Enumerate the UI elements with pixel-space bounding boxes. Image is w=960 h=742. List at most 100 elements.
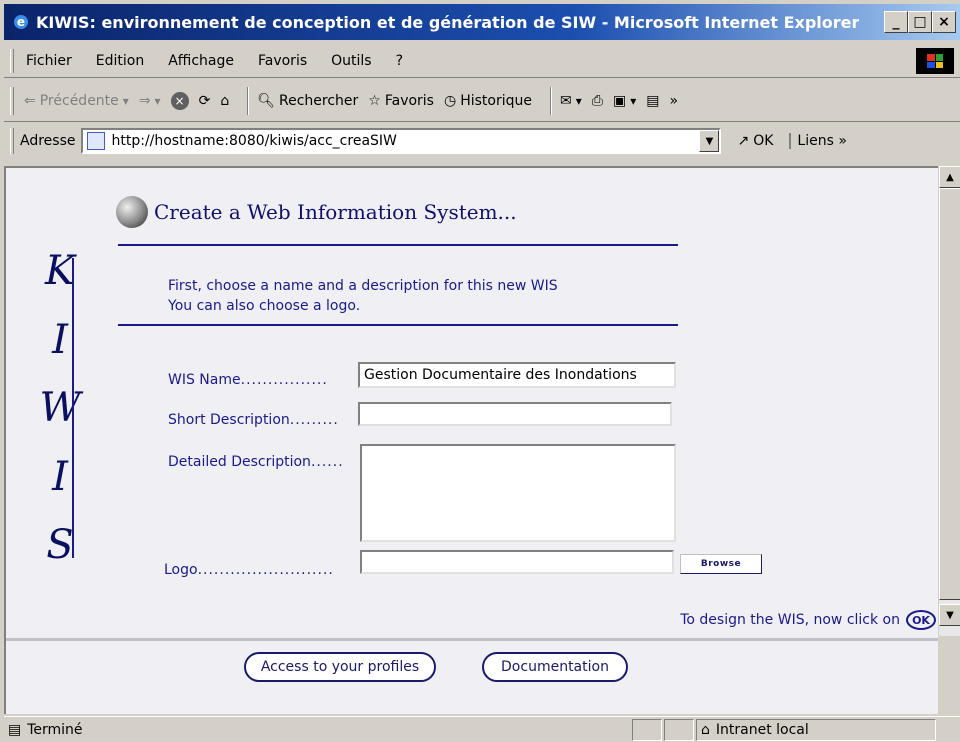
address-grip[interactable]: [10, 128, 14, 154]
scroll-down-button[interactable]: ▼: [939, 604, 960, 626]
mail-button[interactable]: ✉ ▾: [560, 93, 582, 109]
go-button[interactable]: ↗ OK: [737, 133, 773, 149]
back-label: Précédente: [39, 92, 119, 109]
detailed-description-textarea[interactable]: [360, 444, 676, 542]
detailed-description-label-text: Detailed Description: [168, 454, 311, 470]
forward-arrow-icon: ⇒: [138, 92, 151, 109]
go-arrow-icon: ↗: [737, 133, 750, 149]
kiwis-letter-k: K: [45, 248, 75, 294]
search-icon: 🔍︎: [257, 92, 275, 109]
toolbar-separator: [247, 86, 250, 115]
status-bar: ▤ Terminé ⌂ Intranet local: [4, 716, 960, 742]
links-button[interactable]: Liens »: [789, 133, 847, 149]
forward-button[interactable]: ⇒ ▾: [139, 93, 161, 109]
links-label: Liens: [797, 133, 834, 149]
status-zone-text: Intranet local: [715, 721, 809, 738]
links-more: »: [838, 133, 847, 149]
home-button[interactable]: ⌂: [220, 93, 229, 109]
title-bar: e KIWIS: environnement de conception et …: [4, 4, 960, 40]
status-zone: ⌂ Intranet local: [696, 718, 936, 741]
intro-divider: [118, 324, 678, 326]
kiwis-letter-i: I: [52, 316, 68, 363]
menu-fichier[interactable]: Fichier: [14, 53, 84, 69]
scroll-up-button[interactable]: ▲: [939, 166, 960, 188]
history-button[interactable]: ◷ Historique: [444, 93, 532, 109]
menu-affichage[interactable]: Affichage: [156, 53, 246, 69]
short-description-input[interactable]: [358, 402, 672, 426]
history-icon: ◷: [443, 92, 457, 109]
kiwis-logo: K I W I S: [30, 248, 90, 568]
page-icon: [87, 132, 106, 150]
refresh-button[interactable]: ⟳: [199, 93, 211, 109]
refresh-icon: ⟳: [198, 92, 211, 109]
intro-text: First, choose a name and a description f…: [168, 276, 558, 316]
status-text: Terminé: [27, 721, 83, 738]
scroll-thumb[interactable]: [939, 188, 960, 600]
design-hint-text: To design the WIS, now click on: [680, 612, 900, 628]
documentation-button[interactable]: Documentation: [482, 652, 628, 682]
go-label: OK: [753, 133, 774, 149]
page-title: Create a Web Information System...: [116, 196, 517, 228]
favorites-label: Favoris: [384, 92, 434, 109]
detailed-description-label: Detailed Description......: [168, 454, 344, 470]
close-button[interactable]: ×: [932, 11, 956, 33]
profiles-button[interactable]: Access to your profiles: [244, 652, 436, 682]
browser-window: e KIWIS: environnement de conception et …: [0, 0, 960, 742]
stop-button[interactable]: ×: [170, 91, 189, 110]
discuss-button[interactable]: ▤: [646, 93, 659, 109]
svg-text:e: e: [17, 15, 25, 29]
favorites-button[interactable]: ☆ Favoris: [368, 93, 434, 109]
short-description-label-text: Short Description: [168, 412, 290, 428]
edit-button[interactable]: ▣ ▾: [613, 93, 636, 109]
wis-name-input[interactable]: [358, 362, 676, 388]
wis-name-label-text: WIS Name: [168, 372, 241, 388]
intro-line-1: First, choose a name and a description f…: [168, 278, 558, 294]
home-icon: ⌂: [220, 92, 230, 109]
logo-label: Logo.........................: [164, 562, 334, 578]
forward-dropdown-icon[interactable]: ▾: [155, 94, 161, 108]
favorites-icon: ☆: [368, 92, 381, 109]
menu-favoris[interactable]: Favoris: [246, 53, 319, 69]
bottom-frame: [6, 638, 938, 714]
logo-file-input[interactable]: [360, 550, 674, 574]
intro-line-2: You can also choose a logo.: [168, 298, 361, 314]
toolbar-grip[interactable]: [10, 86, 14, 115]
title-divider: [118, 244, 678, 246]
kiwis-vertical-rule: [72, 258, 74, 558]
address-label: Adresse: [20, 133, 76, 149]
minimize-button[interactable]: _: [884, 11, 908, 33]
page-title-text: Create a Web Information System...: [154, 200, 517, 224]
menu-edition[interactable]: Edition: [84, 53, 156, 69]
page-viewport: Create a Web Information System... K I W…: [4, 166, 938, 714]
mail-dropdown-icon[interactable]: ▾: [576, 94, 582, 108]
menu-help[interactable]: ?: [384, 53, 415, 69]
globe-icon: [116, 196, 148, 228]
ok-button[interactable]: OK: [906, 610, 936, 630]
search-button[interactable]: 🔍︎ Rechercher: [257, 93, 358, 109]
vertical-scrollbar[interactable]: ▲ ▼: [938, 166, 960, 636]
back-arrow-icon: ⇐: [24, 92, 36, 109]
browse-button[interactable]: Browse: [680, 554, 762, 574]
wis-name-label: WIS Name................: [168, 372, 328, 388]
status-cell-2: [664, 718, 694, 741]
print-icon: ⎙: [591, 92, 603, 109]
history-label: Historique: [460, 92, 532, 109]
url-text[interactable]: http://hostname:8080/kiwis/acc_creaSIW: [111, 133, 699, 149]
windows-logo-icon: [916, 48, 954, 74]
window-title: KIWIS: environnement de conception et de…: [36, 12, 860, 32]
toolbar-more-button[interactable]: »: [669, 93, 678, 109]
print-button[interactable]: ⎙: [592, 93, 603, 109]
intranet-icon: ⌂: [701, 721, 710, 738]
edit-dropdown-icon[interactable]: ▾: [630, 94, 636, 108]
menu-outils[interactable]: Outils: [319, 53, 383, 69]
address-field[interactable]: http://hostname:8080/kiwis/acc_creaSIW ▼: [81, 128, 722, 154]
address-dropdown-icon[interactable]: ▼: [699, 130, 720, 152]
back-dropdown-icon[interactable]: ▾: [123, 94, 129, 108]
search-label: Rechercher: [278, 92, 359, 109]
toolbar-separator-2: [550, 86, 552, 115]
maximize-button[interactable]: □: [908, 11, 932, 33]
standard-toolbar: ⇐ Précédente ▾ ⇒ ▾ × ⟳ ⌂ 🔍︎ Rechercher ☆…: [4, 80, 960, 122]
stop-icon: ×: [170, 91, 189, 110]
kiwis-letter-i2: I: [52, 453, 68, 500]
back-button[interactable]: ⇐ Précédente ▾: [24, 93, 129, 109]
